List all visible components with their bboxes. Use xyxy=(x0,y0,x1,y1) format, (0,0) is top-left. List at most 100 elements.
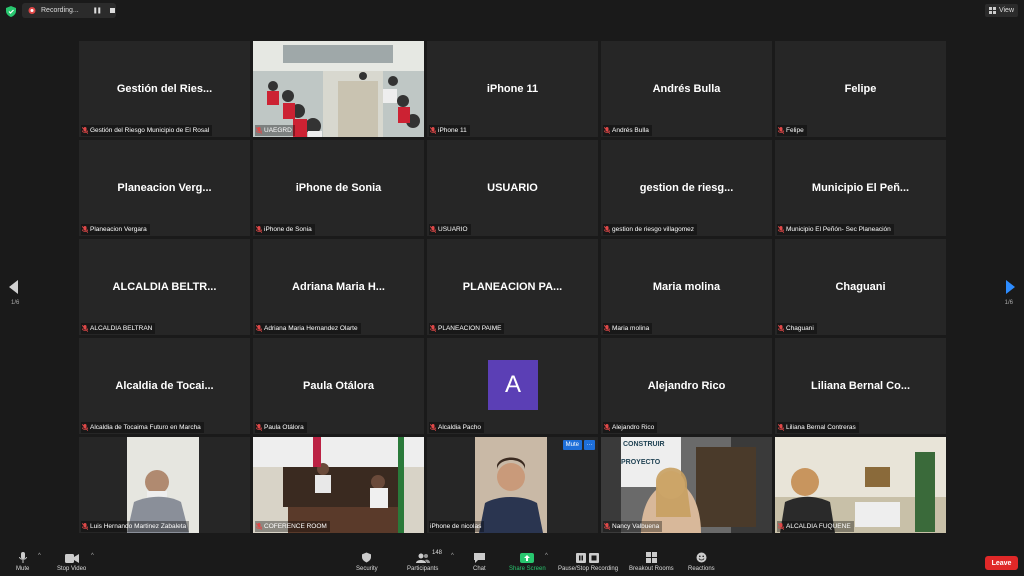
muted-microphone-icon xyxy=(256,127,262,134)
participant-label-text: ALCALDIA BELTRAN xyxy=(90,325,153,332)
participant-label: COFERENCE ROOM xyxy=(255,521,330,532)
participant-tile[interactable]: Planeacion Verg... Planeacion Vergara xyxy=(79,140,250,236)
participant-name-display: Maria molina xyxy=(652,281,721,293)
participant-tile[interactable]: Mute ··· iPhone de nicolas xyxy=(427,437,598,533)
participant-tile[interactable]: Luis Hernando Martinez Zabaleta xyxy=(79,437,250,533)
participant-tile[interactable]: Adriana Maria H... Adriana Maria Hernande… xyxy=(253,239,424,335)
participant-label: Gestión del Riesgo Municipio de El Rosal xyxy=(81,125,213,136)
muted-microphone-icon xyxy=(256,523,262,530)
tile-mute-button[interactable]: Mute xyxy=(562,440,582,450)
participants-count: 148 xyxy=(432,550,443,556)
muted-microphone-icon xyxy=(778,127,784,134)
microphone-icon xyxy=(18,552,27,563)
participant-name-display: Municipio El Peñ... xyxy=(811,182,910,194)
participant-tile[interactable]: iPhone 11 iPhone 11 xyxy=(427,41,598,137)
pause-recording-icon[interactable]: ❚❚ xyxy=(93,7,102,14)
breakout-rooms-button[interactable]: Breakout Rooms xyxy=(629,552,674,572)
participant-label: USUARIO xyxy=(429,224,471,235)
participant-name-display: PLANEACION PA... xyxy=(462,281,563,293)
video-options-caret-icon[interactable]: ^ xyxy=(91,553,94,559)
leave-button[interactable]: Leave xyxy=(985,556,1018,570)
participant-tile[interactable]: gestion de riesg... gestion de riesgo vil… xyxy=(601,140,772,236)
participant-label-text: Planeacion Vergara xyxy=(90,226,147,233)
video-feed xyxy=(79,437,250,533)
chat-button[interactable]: Chat xyxy=(473,553,486,572)
participant-tile[interactable]: Alejandro Rico Alejandro Rico xyxy=(601,338,772,434)
participant-tile[interactable]: Gestión del Ries... Gestión del Riesgo Mu… xyxy=(79,41,250,137)
next-page-arrow-icon[interactable] xyxy=(1005,280,1015,294)
muted-microphone-icon xyxy=(82,226,88,233)
participant-tile[interactable]: Liliana Bernal Co... Liliana Bernal Contr… xyxy=(775,338,946,434)
previous-page-arrow-icon[interactable] xyxy=(9,280,19,294)
mute-label: Mute xyxy=(16,566,30,572)
participant-label-text: Chaguani xyxy=(786,325,814,332)
reactions-label: Reactions xyxy=(688,566,715,572)
participant-name-display: Andrés Bulla xyxy=(652,83,721,95)
tile-more-options-button[interactable]: ··· xyxy=(584,440,595,450)
participant-tile[interactable]: A Alcaldia Pacho xyxy=(427,338,598,434)
muted-microphone-icon xyxy=(82,424,88,431)
mute-options-caret-icon[interactable]: ^ xyxy=(38,553,41,559)
cloud-recording-icon xyxy=(28,7,36,14)
muted-microphone-icon xyxy=(604,424,610,431)
share-screen-button[interactable]: Share Screen xyxy=(509,553,546,572)
pause-stop-recording-button[interactable]: Pause/Stop Recording xyxy=(558,553,618,572)
participant-label-text: Nancy Valbuena xyxy=(612,523,660,530)
participant-name-display: Alcaldia de Tocai... xyxy=(115,380,214,392)
participant-tile[interactable]: COFERENCE ROOM xyxy=(253,437,424,533)
video-camera-icon xyxy=(64,554,79,563)
muted-microphone-icon xyxy=(430,424,436,431)
participant-label-text: iPhone de nicolas xyxy=(430,523,482,530)
participant-label: iPhone de nicolas xyxy=(429,521,485,532)
participant-tile[interactable]: Andrés Bulla Andrés Bulla xyxy=(601,41,772,137)
muted-microphone-icon xyxy=(778,325,784,332)
share-screen-label: Share Screen xyxy=(509,566,546,572)
participant-tile[interactable]: Municipio El Peñ... Municipio El Peñón- S… xyxy=(775,140,946,236)
participant-tile[interactable]: PLANEACION PA... PLANEACION PAIME xyxy=(427,239,598,335)
participant-tile[interactable]: Felipe Felipe xyxy=(775,41,946,137)
chat-label: Chat xyxy=(473,566,486,572)
video-feed xyxy=(427,437,598,533)
participant-tile[interactable]: ALCALDIA FUQUENE xyxy=(775,437,946,533)
background-sign-text-1: CONSTRUIR xyxy=(623,441,665,448)
shield-icon xyxy=(362,552,372,563)
view-button[interactable]: View xyxy=(984,4,1018,17)
reactions-button[interactable]: Reactions xyxy=(688,552,715,572)
participant-tile[interactable]: Paula Otálora Paula Otálora xyxy=(253,338,424,434)
muted-microphone-icon xyxy=(82,127,88,134)
participant-name-display: Adriana Maria H... xyxy=(292,281,385,293)
share-screen-icon xyxy=(520,553,535,563)
participant-tile[interactable]: USUARIO USUARIO xyxy=(427,140,598,236)
participant-label: Alcaldia de Tocaima Futuro en Marcha xyxy=(81,422,204,433)
share-options-caret-icon[interactable]: ^ xyxy=(545,553,548,559)
mute-button[interactable]: Mute xyxy=(16,552,29,572)
security-shield-icon[interactable] xyxy=(6,6,16,17)
participant-label-text: USUARIO xyxy=(438,226,468,233)
muted-microphone-icon xyxy=(604,325,610,332)
participant-label: Liliana Bernal Contreras xyxy=(777,422,859,433)
participant-tile[interactable]: Maria molina Maria molina xyxy=(601,239,772,335)
security-label: Security xyxy=(356,566,378,572)
participant-tile[interactable]: iPhone de Sonia iPhone de Sonia xyxy=(253,140,424,236)
participant-label: PLANEACION PAIME xyxy=(429,323,505,334)
page-indicator-right: 1/6 xyxy=(1004,300,1013,306)
recording-label: Recording... xyxy=(41,7,79,14)
participant-name-display: Paula Otálora xyxy=(303,380,374,392)
stop-video-button[interactable]: Stop Video xyxy=(57,554,86,572)
stop-recording-icon[interactable] xyxy=(109,8,115,13)
participant-tile[interactable]: ALCALDIA BELTR... ALCALDIA BELTRAN xyxy=(79,239,250,335)
muted-microphone-icon xyxy=(82,523,88,530)
participant-label-text: Gestión del Riesgo Municipio de El Rosal xyxy=(90,127,210,134)
participant-label: Alcaldia Pacho xyxy=(429,422,484,433)
security-button[interactable]: Security xyxy=(356,552,378,572)
participant-name-display: ALCALDIA BELTR... xyxy=(112,281,217,293)
participant-label: ALCALDIA BELTRAN xyxy=(81,323,156,334)
participant-tile[interactable]: UAEGRD xyxy=(253,41,424,137)
participants-options-caret-icon[interactable]: ^ xyxy=(451,553,454,559)
participant-tile[interactable]: Chaguani Chaguani xyxy=(775,239,946,335)
breakout-rooms-icon xyxy=(645,552,657,563)
smiley-icon xyxy=(696,552,707,563)
participant-tile[interactable]: Alcaldia de Tocai... Alcaldia de Tocaima … xyxy=(79,338,250,434)
participant-name-display: iPhone 11 xyxy=(486,83,539,95)
participant-tile[interactable]: CONSTRUIR PROYECTO Nancy Valbuena xyxy=(601,437,772,533)
